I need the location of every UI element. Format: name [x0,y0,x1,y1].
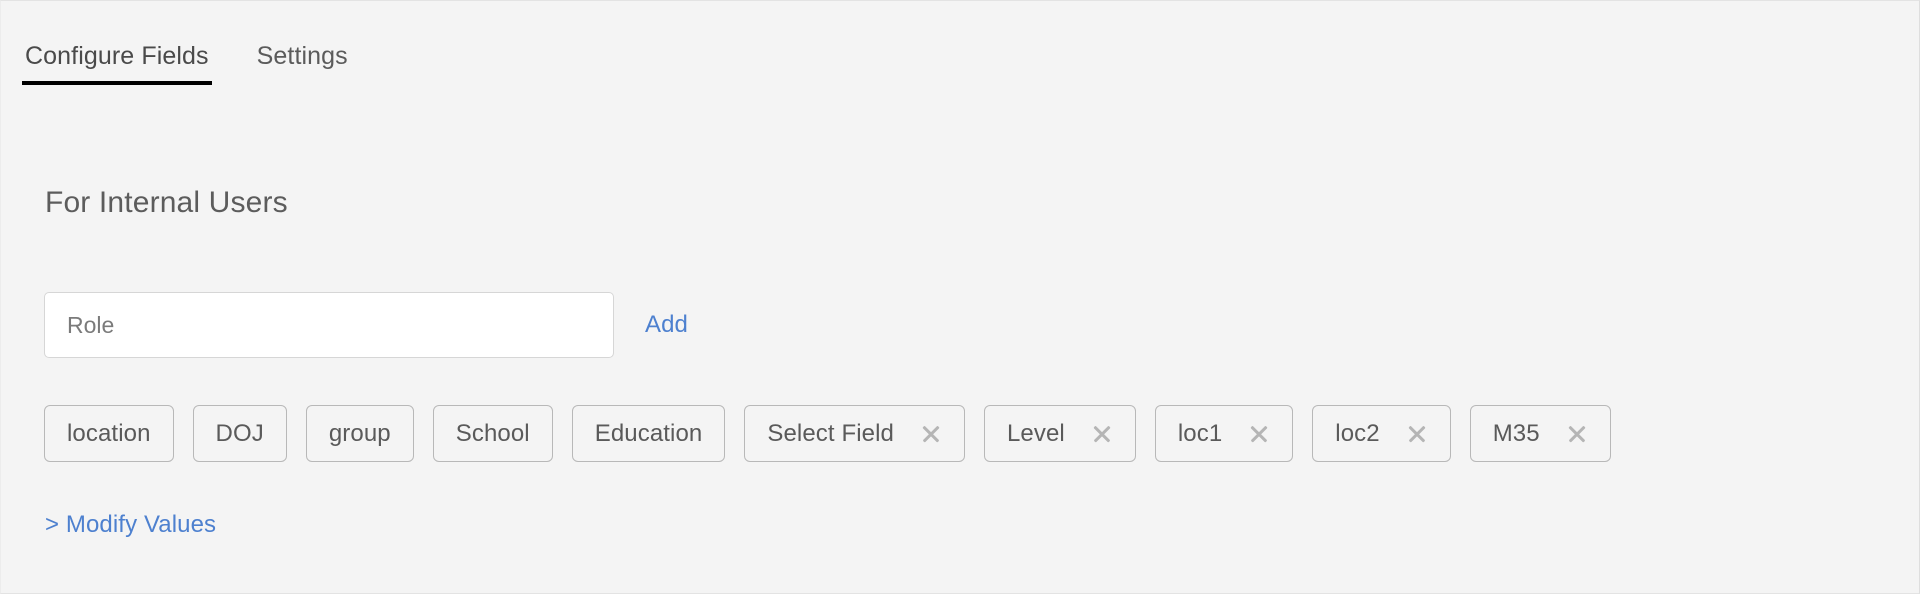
field-chip-label: DOJ [215,419,264,447]
tab-bar: Configure Fields Settings [1,41,372,85]
field-chip-label: School [455,419,530,447]
configure-fields-panel: Configure Fields Settings For Internal U… [0,0,1920,594]
field-chip[interactable]: location [44,405,174,462]
tab-settings-label: Settings [256,42,348,70]
tab-configure-fields-label: Configure Fields [25,42,209,70]
field-chip[interactable]: loc2 [1312,405,1451,462]
field-chip[interactable]: group [305,405,414,462]
add-field-row: Add [44,292,688,358]
close-icon[interactable] [1091,423,1113,445]
field-chip[interactable]: School [432,405,553,462]
close-icon[interactable] [1406,423,1428,445]
role-input[interactable] [44,292,614,358]
modify-values-link[interactable]: > Modify Values [45,511,216,539]
field-chip-label: Education [594,419,703,447]
field-chip-label: loc2 [1335,419,1380,447]
field-chip-label: Select Field [767,419,894,447]
field-chip[interactable]: DOJ [192,405,287,462]
field-chip-label: Level [1006,419,1065,447]
field-chip[interactable]: Select Field [744,405,965,462]
tab-configure-fields[interactable]: Configure Fields [1,41,233,85]
field-chip-label: location [67,419,151,447]
field-chip-label: loc1 [1177,419,1223,447]
tab-settings[interactable]: Settings [233,41,372,85]
field-chip-label: group [328,419,391,447]
field-chip-label: M35 [1492,419,1540,447]
field-chip[interactable]: Education [571,405,726,462]
field-chip[interactable]: Level [983,405,1136,462]
close-icon[interactable] [920,423,942,445]
field-chip[interactable]: loc1 [1154,405,1294,462]
field-chip-list: location DOJ group School Education Select Fi… [44,405,1611,462]
section-title: For Internal Users [45,186,288,219]
close-icon[interactable] [1566,423,1588,445]
field-chip[interactable]: M35 [1469,405,1611,462]
close-icon[interactable] [1248,423,1270,445]
add-button[interactable]: Add [645,292,688,358]
